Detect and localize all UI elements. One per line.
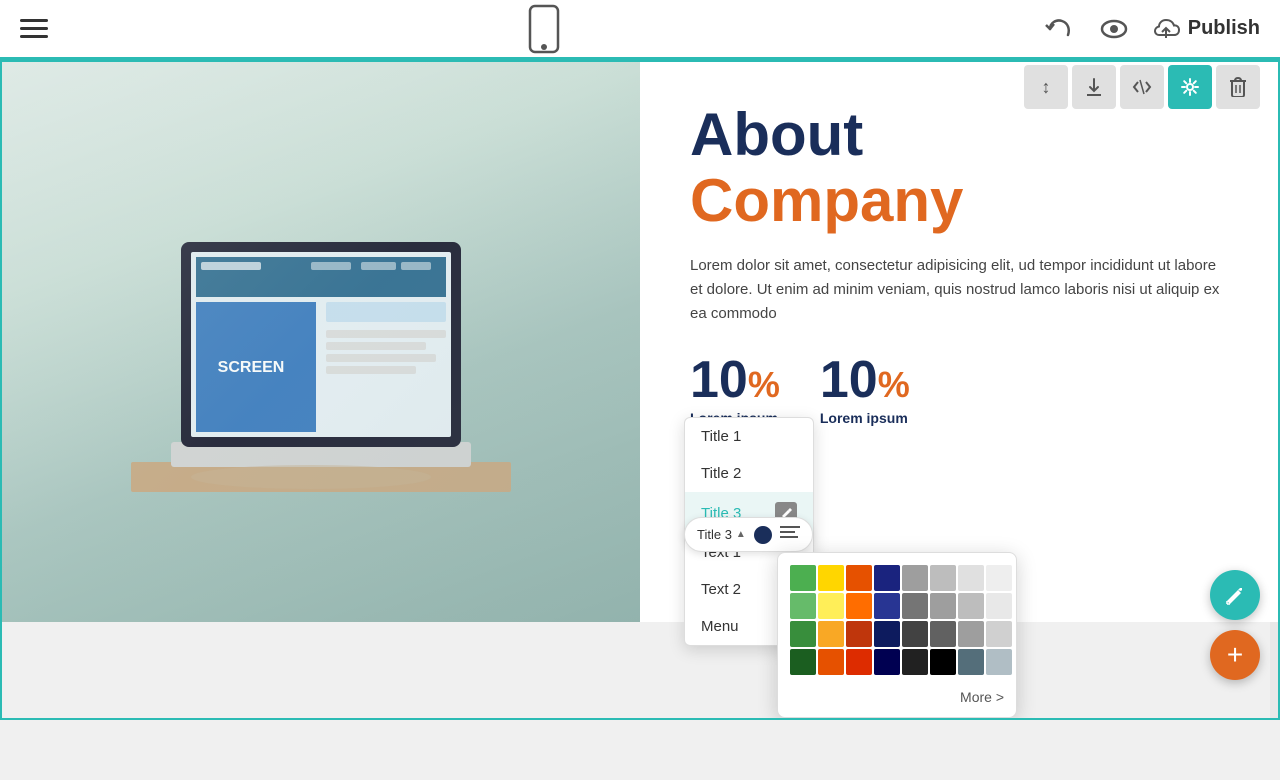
color-grid	[790, 565, 1004, 675]
fab-add-button[interactable]: +	[1210, 630, 1260, 680]
color-swatch[interactable]	[902, 621, 928, 647]
color-swatch[interactable]	[846, 565, 872, 591]
delete-button[interactable]	[1216, 65, 1260, 109]
topbar-left	[20, 19, 48, 38]
preview-icon[interactable]	[1096, 11, 1132, 47]
more-colors-link[interactable]: More >	[790, 685, 1004, 705]
color-swatch[interactable]	[958, 565, 984, 591]
stats-row: 10% Lorem ipsum 10% Lorem ipsum	[690, 350, 1228, 426]
element-toolbar: ↕	[1024, 65, 1260, 109]
stat-item-1: 10% Lorem ipsum	[690, 350, 780, 426]
topbar-right: Publish	[1040, 11, 1260, 47]
color-swatch[interactable]	[790, 621, 816, 647]
color-swatch[interactable]	[958, 621, 984, 647]
color-swatch[interactable]	[818, 565, 844, 591]
color-swatch[interactable]	[930, 593, 956, 619]
about-title-2: Company	[690, 168, 1228, 234]
pencil-icon	[1224, 584, 1246, 606]
dropdown-item-title2[interactable]: Title 2	[685, 455, 813, 492]
hamburger-menu[interactable]	[20, 19, 48, 38]
about-title-1: About	[690, 102, 1228, 168]
color-swatch[interactable]	[846, 649, 872, 675]
color-dot[interactable]	[754, 526, 772, 544]
color-swatch[interactable]	[874, 649, 900, 675]
color-swatch[interactable]	[818, 649, 844, 675]
color-swatch[interactable]	[790, 593, 816, 619]
color-swatch[interactable]	[986, 565, 1012, 591]
publish-label: Publish	[1188, 17, 1260, 40]
color-swatch[interactable]	[958, 649, 984, 675]
style-bar: Title 3 ▲	[684, 517, 813, 552]
undo-icon[interactable]	[1040, 11, 1076, 47]
color-swatch[interactable]	[846, 621, 872, 647]
topbar-center	[528, 4, 560, 54]
color-swatch[interactable]	[902, 565, 928, 591]
style-name: Title 3	[697, 527, 732, 542]
chevron-up-icon: ▲	[736, 529, 746, 540]
color-swatch[interactable]	[874, 593, 900, 619]
color-swatch[interactable]	[986, 649, 1012, 675]
about-image: SCREEN	[2, 62, 640, 622]
publish-button[interactable]: Publish	[1152, 15, 1260, 43]
color-swatch[interactable]	[930, 565, 956, 591]
color-swatch[interactable]	[818, 621, 844, 647]
canvas: SCREEN About Company Lorem dolor sit ame…	[0, 60, 1280, 720]
stat-item-2: 10% Lorem ipsum	[820, 350, 910, 426]
color-swatch[interactable]	[818, 593, 844, 619]
color-swatch[interactable]	[902, 593, 928, 619]
fab-edit-button[interactable]	[1210, 570, 1260, 620]
color-swatch[interactable]	[846, 593, 872, 619]
color-swatch[interactable]	[902, 649, 928, 675]
mobile-preview-icon[interactable]	[528, 4, 560, 54]
laptop-image: SCREEN	[2, 62, 640, 622]
topbar: Publish	[0, 0, 1280, 60]
color-swatch[interactable]	[958, 593, 984, 619]
stat-number-1: 10%	[690, 350, 780, 410]
settings-button[interactable]	[1168, 65, 1212, 109]
code-button[interactable]	[1120, 65, 1164, 109]
color-swatch[interactable]	[930, 621, 956, 647]
color-swatch[interactable]	[790, 565, 816, 591]
about-section: SCREEN About Company Lorem dolor sit ame…	[2, 62, 1278, 622]
color-picker: More >	[777, 552, 1017, 718]
color-swatch[interactable]	[790, 649, 816, 675]
color-swatch[interactable]	[986, 593, 1012, 619]
move-up-button[interactable]: ↕	[1024, 65, 1068, 109]
stat-label-2: Lorem ipsum	[820, 410, 910, 426]
plus-icon: +	[1227, 641, 1243, 669]
about-body: Lorem dolor sit amet, consectetur adipis…	[690, 254, 1228, 326]
style-bar-label[interactable]: Title 3 ▲	[697, 527, 746, 542]
align-icon[interactable]	[780, 524, 800, 545]
color-swatch[interactable]	[874, 565, 900, 591]
cloud-icon	[1152, 15, 1180, 43]
color-swatch[interactable]	[986, 621, 1012, 647]
color-swatch[interactable]	[874, 621, 900, 647]
download-button[interactable]	[1072, 65, 1116, 109]
stat-number-2: 10%	[820, 350, 910, 410]
dropdown-item-title1[interactable]: Title 1	[685, 418, 813, 455]
color-swatch[interactable]	[930, 649, 956, 675]
